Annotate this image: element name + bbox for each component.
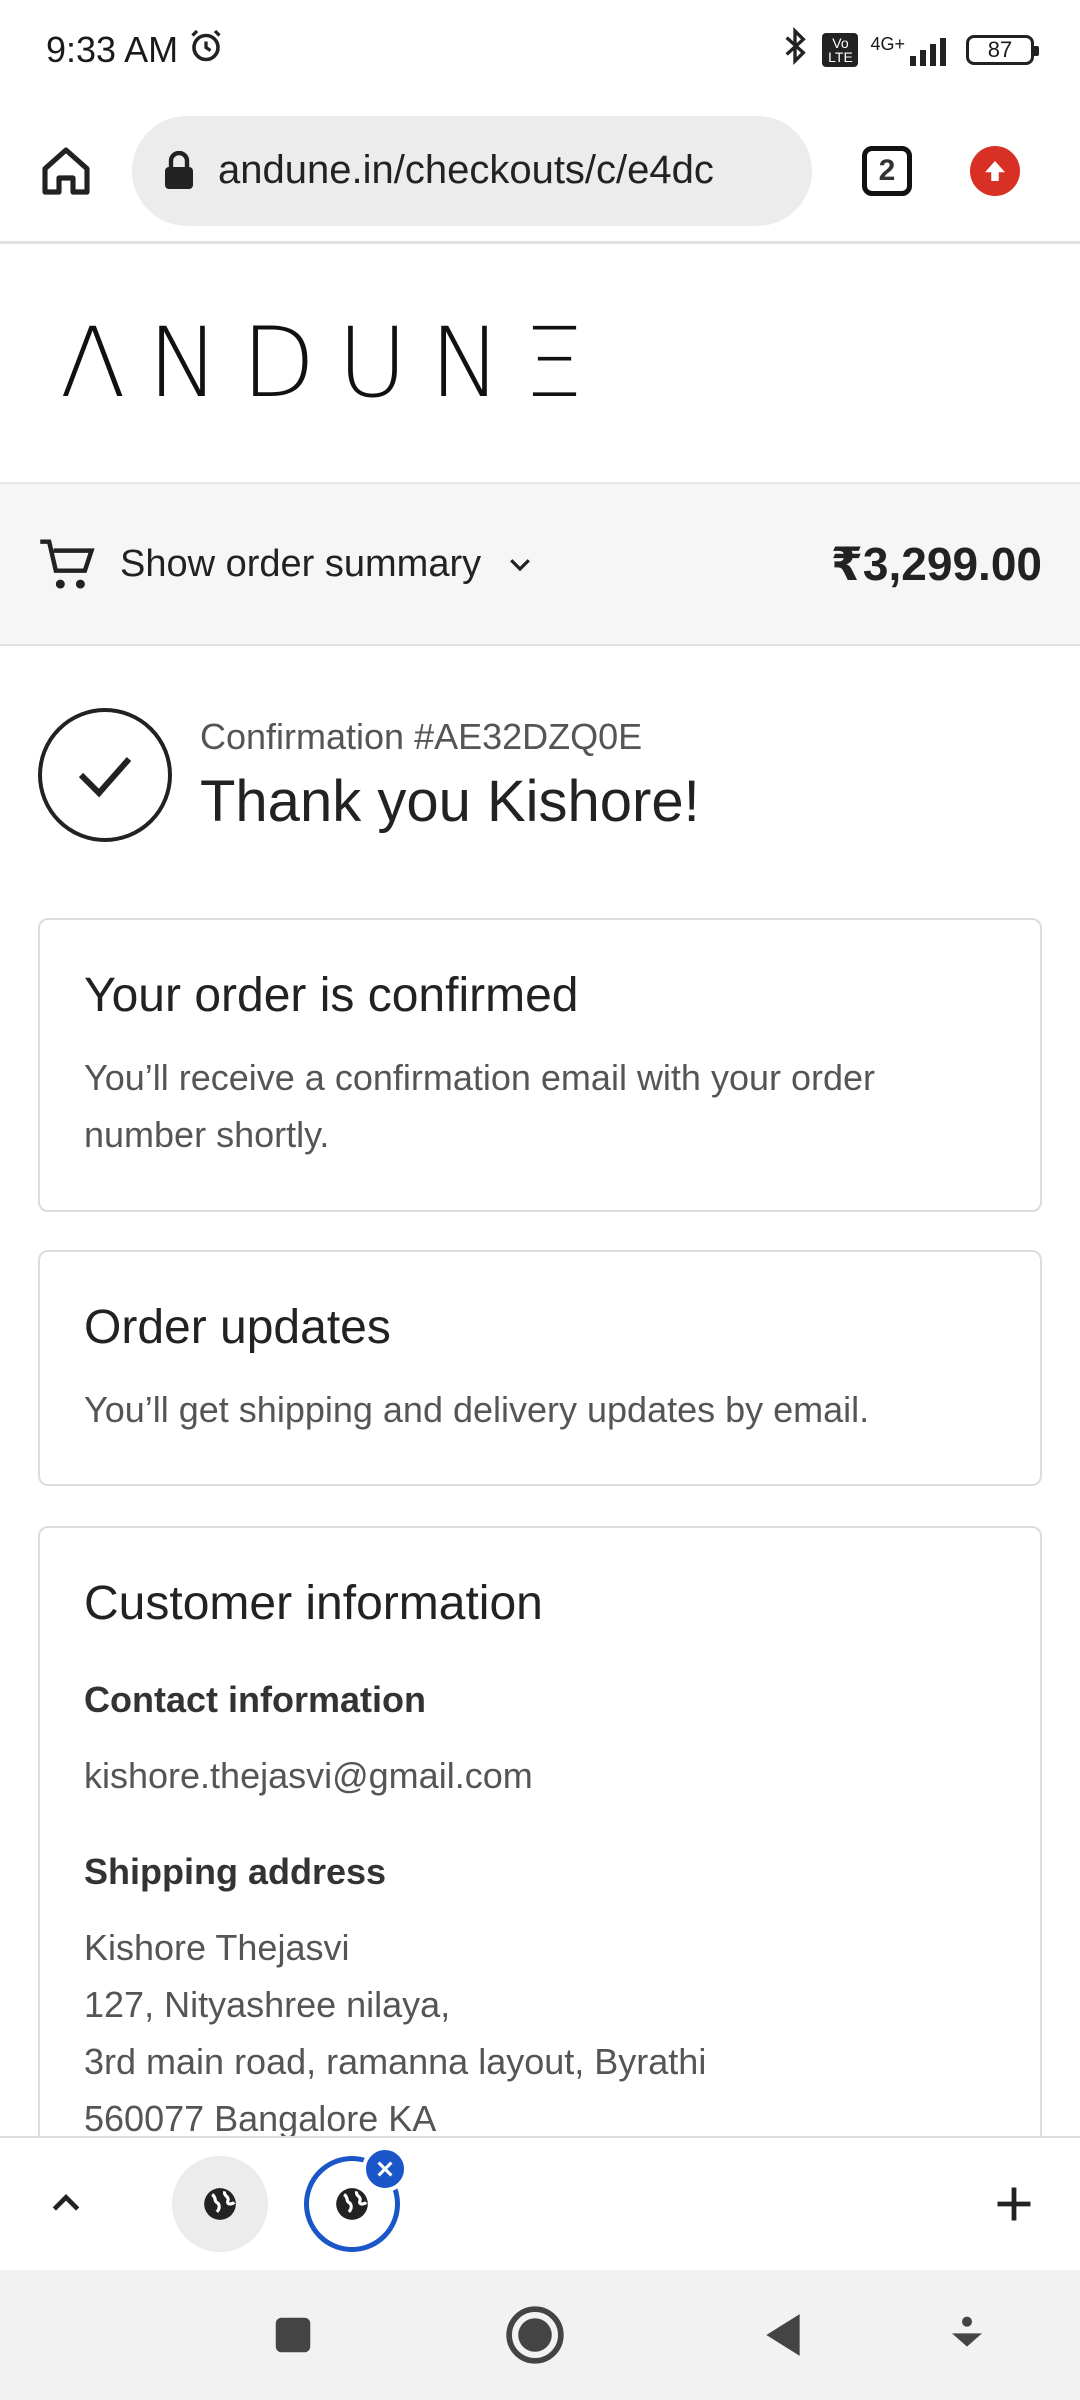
home-nav-button[interactable]	[504, 2304, 566, 2366]
order-updates-title: Order updates	[84, 1301, 391, 1354]
check-icon	[38, 708, 172, 842]
confirmation-text: Confirmation #AE32DZQ0E Thank you Kishor…	[200, 716, 700, 835]
url-bar[interactable]: andune.in/checkouts/c/e4dc	[132, 115, 812, 226]
order-updates-card: Order updates You’ll get shipping and de…	[38, 1250, 1042, 1486]
volte-badge: Vo LTE	[822, 33, 859, 67]
shipping-address: Kishore Thejasvi 127, Nityashree nilaya,…	[84, 1919, 996, 2147]
network-label: 4G+	[870, 34, 905, 54]
brand-header: ΛNDUNΞ	[0, 244, 1080, 484]
url-text: andune.in/checkouts/c/e4dc	[218, 148, 714, 192]
order-summary-toggle[interactable]: Show order summary	[38, 536, 535, 592]
alarm-icon	[188, 28, 224, 73]
back-triangle-icon	[766, 2314, 800, 2356]
contact-email: kishore.thejasvi@gmail.com	[84, 1755, 533, 1796]
keyboard-hide-button[interactable]	[936, 2304, 998, 2366]
close-icon	[377, 2161, 393, 2177]
square-icon	[275, 2317, 311, 2353]
order-summary-bar: Show order summary ₹3,299.00	[0, 484, 1080, 646]
order-updates-body: You’ll get shipping and delivery updates…	[84, 1389, 870, 1430]
new-tab-button[interactable]	[986, 2176, 1042, 2232]
status-time: 9:33 AM	[46, 29, 179, 70]
recents-button[interactable]	[262, 2304, 324, 2366]
back-button[interactable]	[752, 2304, 814, 2366]
confirmation-number: Confirmation #AE32DZQ0E	[200, 715, 643, 757]
address-line: 127, Nityashree nilaya,	[84, 1984, 451, 2025]
globe-icon	[204, 2188, 236, 2220]
order-confirmed-body: You’ll receive a confirmation email with…	[84, 1057, 876, 1155]
chevron-down-icon	[510, 559, 531, 572]
chevron-up-icon	[52, 2194, 80, 2211]
plus-icon	[997, 2187, 1031, 2221]
status-left: 9:33 AM	[46, 28, 224, 73]
confirmation-header: Confirmation #AE32DZQ0E Thank you Kishor…	[38, 700, 1048, 850]
order-confirmed-card: Your order is confirmed You’ll receive a…	[38, 918, 1042, 1212]
home-button[interactable]	[30, 135, 102, 207]
battery-icon: 87	[966, 35, 1039, 65]
tab-chip[interactable]	[172, 2156, 268, 2252]
cart-icon	[40, 539, 95, 589]
status-right: Vo LTE 4G+ 87	[780, 26, 1039, 75]
update-button[interactable]	[970, 145, 1020, 196]
thank-you-heading: Thank you Kishore!	[200, 768, 700, 834]
home-icon	[42, 146, 90, 195]
tab-strip	[0, 2136, 1080, 2270]
collapse-tab-strip-button[interactable]	[40, 2178, 92, 2230]
address-line: Kishore Thejasvi	[84, 1927, 350, 1968]
chevron-down-dot-icon	[952, 2316, 982, 2347]
order-total: ₹3,299.00	[830, 538, 1042, 590]
order-confirmed-title: Your order is confirmed	[84, 969, 579, 1022]
brand-logo[interactable]: ΛNDUNΞ	[60, 307, 606, 419]
battery-level: 87	[987, 37, 1013, 62]
browser-toolbar: andune.in/checkouts/c/e4dc 2	[0, 100, 1080, 244]
bluetooth-icon	[780, 26, 810, 75]
lock-icon	[165, 150, 193, 189]
contact-info-heading: Contact information	[84, 1679, 426, 1720]
globe-icon	[336, 2188, 368, 2220]
customer-info-title: Customer information	[84, 1577, 543, 1630]
arrow-up-icon	[985, 160, 1005, 181]
order-summary-label: Show order summary	[120, 542, 482, 585]
system-nav-bar	[0, 2270, 1080, 2400]
shipping-address-heading: Shipping address	[84, 1851, 387, 1892]
status-bar: 9:33 AM Vo LTE 4G+ 87	[0, 0, 1080, 100]
circle-home-icon	[506, 2306, 564, 2364]
tab-switcher-button[interactable]: 2	[862, 145, 912, 196]
address-line: 3rd main road, ramanna layout, Byrathi	[84, 2041, 707, 2082]
signal-icon: 4G+	[870, 34, 954, 66]
close-tab-button[interactable]	[362, 2146, 408, 2192]
